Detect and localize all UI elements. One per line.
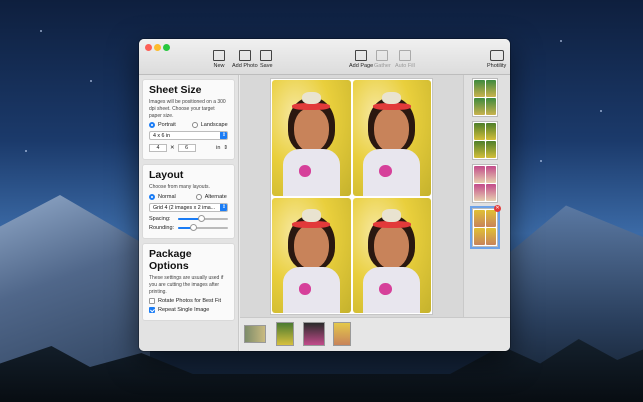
new-button[interactable]: New bbox=[213, 50, 225, 69]
star bbox=[40, 30, 42, 32]
portrait-label: Portrait bbox=[158, 122, 176, 129]
orientation-row: Portrait Landscape bbox=[149, 122, 228, 129]
auto-fill-label: Auto Fill bbox=[395, 63, 415, 69]
rounding-slider[interactable] bbox=[178, 224, 228, 231]
layout-mode-row: Normal Alternate bbox=[149, 194, 228, 200]
rotate-checkbox[interactable] bbox=[149, 298, 155, 305]
settings-sidebar: Sheet Size Images will be positioned on … bbox=[139, 75, 239, 351]
rotate-label: Rotate Photos for Best Fit bbox=[158, 298, 221, 305]
repeat-row: Repeat Single Image bbox=[149, 307, 228, 314]
sheet-size-description: Images will be positioned on a 300 dpi s… bbox=[149, 99, 226, 119]
add-page-icon bbox=[355, 50, 368, 61]
auto-fill-button[interactable]: Auto Fill bbox=[395, 50, 415, 69]
star bbox=[600, 110, 602, 112]
close-window-button[interactable] bbox=[145, 44, 152, 51]
minimize-window-button[interactable] bbox=[154, 44, 161, 51]
photo-strip bbox=[240, 317, 510, 351]
photo-thumbnail[interactable] bbox=[276, 322, 294, 346]
page-thumbnail[interactable] bbox=[472, 164, 498, 203]
height-field[interactable]: 6 bbox=[177, 144, 196, 153]
alternate-label: Alternate bbox=[204, 194, 227, 200]
unit-stepper-icon[interactable]: ⇕ bbox=[223, 145, 228, 151]
save-button[interactable]: Save bbox=[260, 50, 273, 69]
photility-label: Photility bbox=[487, 63, 507, 69]
delete-page-icon[interactable]: ✕ bbox=[494, 205, 501, 212]
page-thumbnail-selected[interactable]: ✕ bbox=[470, 205, 501, 249]
photo-thumbnail[interactable] bbox=[244, 325, 266, 343]
rounding-label: Rounding: bbox=[149, 225, 175, 231]
sheet-photo[interactable] bbox=[352, 197, 431, 313]
package-options-panel: Package Options These settings are usual… bbox=[142, 243, 235, 322]
app-window: New Add Photo Save Add Page Gather Auto … bbox=[139, 39, 510, 351]
gather-icon bbox=[376, 50, 389, 61]
zoom-window-button[interactable] bbox=[163, 44, 170, 51]
grid-layout-select[interactable]: Grid 4 (2 images x 2 ima... ⇕ bbox=[149, 203, 228, 212]
dimension-row: 4 ✕ 6 in ⇕ bbox=[149, 144, 228, 153]
alternate-radio[interactable] bbox=[195, 194, 202, 200]
layout-title: Layout bbox=[149, 169, 184, 182]
unit-select[interactable]: in bbox=[216, 145, 220, 151]
page-thumbnail[interactable] bbox=[472, 121, 498, 160]
toolbar: New Add Photo Save Add Page Gather Auto … bbox=[139, 39, 510, 75]
spacing-row: Spacing: bbox=[149, 215, 228, 222]
normal-label: Normal bbox=[158, 194, 176, 200]
photo-thumbnail[interactable] bbox=[303, 322, 325, 346]
new-doc-icon bbox=[213, 50, 225, 61]
grid-layout-value: Grid 4 (2 images x 2 ima... bbox=[153, 205, 216, 211]
save-label: Save bbox=[260, 63, 273, 69]
rounding-slider-knob[interactable] bbox=[190, 224, 197, 231]
package-options-title: Package Options bbox=[149, 248, 192, 272]
add-photo-button[interactable]: Add Photo bbox=[232, 50, 258, 69]
landscape-label: Landscape bbox=[200, 122, 228, 129]
add-photo-label: Add Photo bbox=[232, 63, 258, 69]
star bbox=[90, 80, 92, 82]
sheet-photo[interactable] bbox=[352, 80, 431, 196]
repeat-label: Repeat Single Image bbox=[158, 307, 210, 314]
paper-size-value: 4 x 6 in bbox=[153, 133, 171, 140]
add-page-button[interactable]: Add Page bbox=[349, 50, 373, 69]
star bbox=[560, 40, 562, 42]
layout-description: Choose from many layouts. bbox=[149, 184, 210, 191]
save-icon bbox=[260, 50, 273, 61]
sheet-size-title: Sheet Size bbox=[149, 84, 202, 96]
add-photo-icon bbox=[238, 50, 251, 61]
normal-radio[interactable] bbox=[149, 194, 155, 200]
photo-thumbnail[interactable] bbox=[333, 322, 351, 346]
portrait-radio[interactable] bbox=[149, 122, 155, 129]
star bbox=[25, 150, 27, 152]
print-sheet[interactable] bbox=[270, 78, 433, 315]
new-label: New bbox=[213, 63, 225, 69]
photility-toolbox-icon bbox=[489, 50, 504, 61]
sheet-canvas bbox=[240, 75, 463, 317]
rounding-row: Rounding: bbox=[149, 224, 228, 231]
sheet-photo[interactable] bbox=[272, 80, 351, 196]
page-thumbnail-list: ✕ bbox=[463, 75, 510, 317]
spacing-label: Spacing: bbox=[149, 216, 171, 222]
repeat-checkbox[interactable] bbox=[149, 307, 155, 314]
sheet-size-panel: Sheet Size Images will be positioned on … bbox=[142, 79, 235, 161]
gather-button[interactable]: Gather bbox=[374, 50, 391, 69]
add-page-label: Add Page bbox=[349, 63, 374, 69]
spacing-slider-knob[interactable] bbox=[197, 215, 205, 222]
rotate-row: Rotate Photos for Best Fit bbox=[149, 298, 228, 305]
landscape-radio[interactable] bbox=[191, 122, 198, 129]
paper-size-select[interactable]: 4 x 6 in ⇕ bbox=[149, 131, 228, 141]
chevron-updown-icon: ⇕ bbox=[220, 132, 227, 140]
spacing-slider[interactable] bbox=[178, 215, 228, 222]
page-thumbnail[interactable] bbox=[472, 78, 498, 117]
times-symbol: ✕ bbox=[170, 145, 175, 152]
auto-fill-icon bbox=[398, 50, 411, 61]
chevron-updown-icon: ⇕ bbox=[220, 204, 227, 211]
gather-label: Gather bbox=[374, 63, 391, 69]
sheet-photo[interactable] bbox=[272, 197, 351, 313]
package-options-description: These settings are usually used if you a… bbox=[149, 275, 224, 295]
width-field[interactable]: 4 bbox=[149, 144, 167, 153]
photility-button[interactable]: Photility bbox=[487, 50, 506, 69]
layout-panel: Layout Choose from many layouts. Normal … bbox=[142, 164, 235, 239]
star bbox=[540, 160, 542, 162]
